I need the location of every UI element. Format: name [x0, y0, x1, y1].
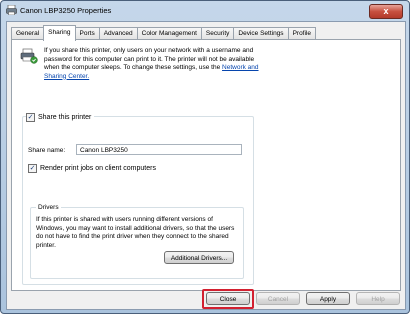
close-button-highlight: [202, 289, 254, 309]
dialog-client-area: General Sharing Ports Advanced Color Man…: [6, 21, 406, 310]
properties-window: Canon LBP3250 Properties x General Shari…: [0, 0, 410, 314]
apply-button[interactable]: Apply: [306, 292, 350, 305]
cancel-button[interactable]: Cancel: [256, 292, 300, 305]
window-title: Canon LBP3250 Properties: [20, 6, 112, 15]
shared-printer-icon: [20, 48, 38, 64]
drivers-legend: Drivers: [36, 204, 61, 211]
title-bar[interactable]: Canon LBP3250 Properties x: [1, 1, 409, 21]
render-jobs-checkbox[interactable]: ✓: [28, 164, 37, 173]
render-jobs-row[interactable]: ✓ Render print jobs on client computers: [28, 164, 159, 173]
share-printer-label: Share this printer: [38, 114, 92, 121]
sharing-panel: If you share this printer, only users on…: [11, 39, 401, 291]
help-button[interactable]: Help: [356, 292, 400, 305]
tab-strip: General Sharing Ports Advanced Color Man…: [11, 25, 316, 41]
sharing-info-text: If you share this printer, only users on…: [44, 47, 264, 81]
share-name-label: Share name:: [28, 147, 66, 154]
window-close-button[interactable]: x: [369, 4, 403, 19]
printer-icon: [6, 5, 17, 15]
additional-drivers-button[interactable]: Additional Drivers...: [164, 251, 234, 264]
render-jobs-label: Render print jobs on client computers: [40, 165, 156, 172]
share-printer-row[interactable]: ✓ Share this printer: [26, 113, 95, 122]
share-name-input[interactable]: Canon LBP3250: [76, 144, 242, 155]
drivers-description: If this printer is shared with users run…: [36, 216, 235, 249]
share-printer-checkbox[interactable]: ✓: [26, 113, 35, 122]
tab-sharing[interactable]: Sharing: [43, 25, 76, 41]
